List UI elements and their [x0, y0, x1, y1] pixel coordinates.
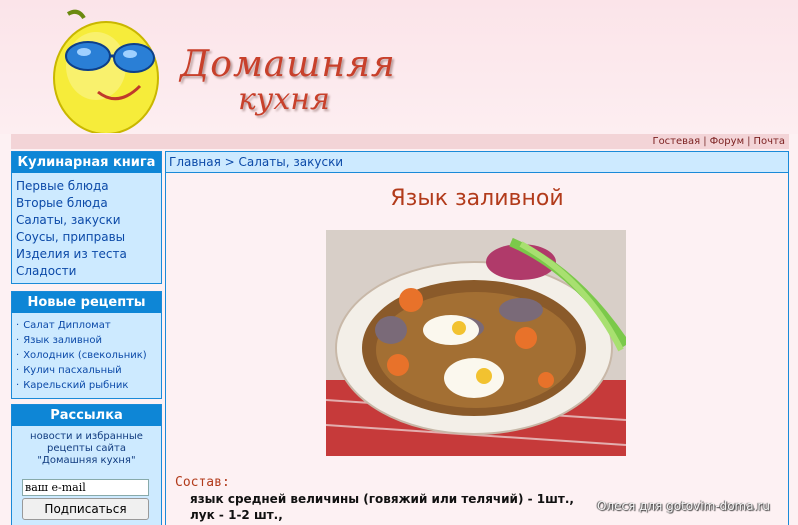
- site-title-line1: Домашняя: [180, 44, 396, 85]
- category-link-sauces[interactable]: Соусы, приправы: [16, 229, 157, 246]
- site-title: Домашняя кухня: [180, 44, 400, 124]
- cookbook-panel: Кулинарная книга Первые блюда Вторые блю…: [11, 151, 162, 284]
- new-recipe-link[interactable]: · Кулич пасхальный: [16, 363, 157, 378]
- new-recipe-link[interactable]: · Язык заливной: [16, 333, 157, 348]
- breadcrumb-home-link[interactable]: Главная: [169, 155, 221, 169]
- breadcrumb: Главная > Салаты, закуски: [166, 152, 788, 173]
- category-link-sweets[interactable]: Сладости: [16, 263, 157, 280]
- watermark: Олеся для gotovim-doma.ru: [597, 499, 770, 513]
- newsletter-panel: Рассылка новости и избранные рецепты сай…: [11, 404, 162, 525]
- ingredients-label: Состав:: [175, 475, 230, 490]
- category-link-first-courses[interactable]: Первые блюда: [16, 178, 157, 195]
- top-links-bar: Гостевая | Форум | Почта: [11, 134, 789, 149]
- site-header: Домашняя кухня: [0, 0, 798, 134]
- site-title-line2: кухня: [238, 82, 330, 117]
- new-recipe-link[interactable]: · Салат Дипломат: [16, 318, 157, 333]
- mail-link[interactable]: Почта: [754, 136, 786, 147]
- guestbook-link[interactable]: Гостевая: [652, 136, 700, 147]
- email-input[interactable]: [22, 479, 149, 496]
- newsletter-panel-title: Рассылка: [12, 405, 161, 426]
- main-content: Главная > Салаты, закуски Язык заливной …: [165, 151, 789, 525]
- ingredient-item: язык средней величины (говяжий или теляч…: [190, 492, 574, 506]
- breadcrumb-section-link[interactable]: Салаты, закуски: [239, 155, 344, 169]
- forum-link[interactable]: Форум: [710, 136, 745, 147]
- new-recipe-link[interactable]: · Холодник (свекольник): [16, 348, 157, 363]
- lemon-logo-icon[interactable]: [48, 8, 168, 133]
- new-recipe-link[interactable]: · Карельский рыбник: [16, 378, 157, 393]
- ingredient-item: лук - 1-2 шт.,: [190, 508, 283, 522]
- breadcrumb-separator: >: [220, 155, 239, 169]
- category-link-second-courses[interactable]: Вторые блюда: [16, 195, 157, 212]
- recipe-title: Язык заливной: [390, 186, 564, 211]
- newsletter-description: новости и избранные рецепты сайта "Домаш…: [30, 431, 143, 466]
- new-recipes-panel: Новые рецепты · Салат Дипломат · Язык зали…: [11, 291, 162, 399]
- category-link-salads[interactable]: Салаты, закуски: [16, 212, 157, 229]
- category-link-pastry[interactable]: Изделия из теста: [16, 246, 157, 263]
- cookbook-panel-title: Кулинарная книга: [12, 152, 161, 173]
- subscribe-button[interactable]: Подписаться: [22, 498, 149, 520]
- recipe-photo: [326, 230, 626, 456]
- new-recipes-panel-title: Новые рецепты: [12, 292, 161, 313]
- ingredients-list: язык средней величины (говяжий или теляч…: [190, 491, 574, 523]
